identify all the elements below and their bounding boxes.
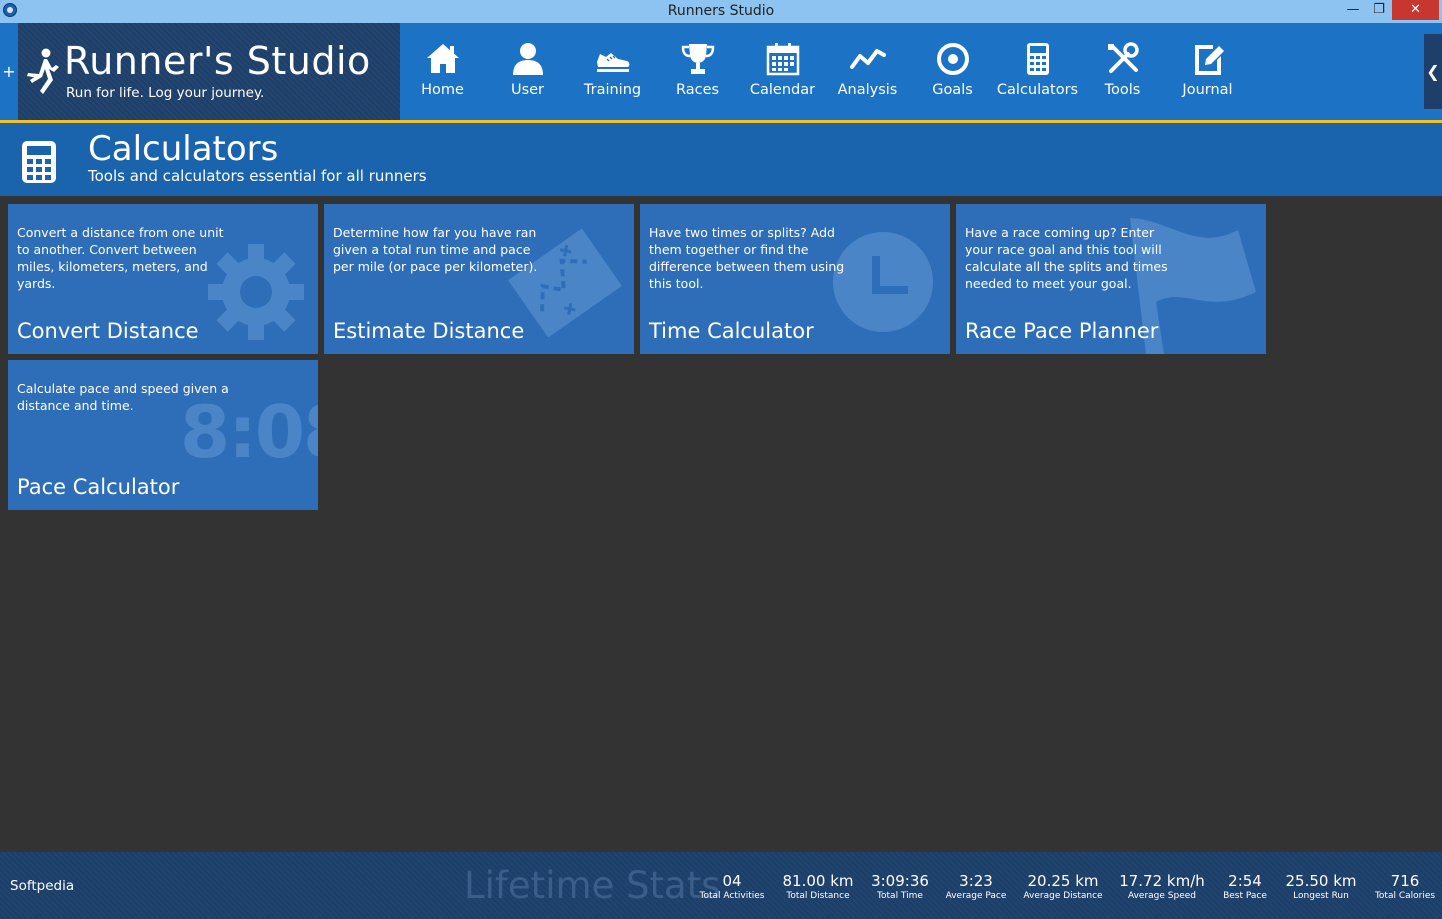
journal-icon (1195, 45, 1224, 75)
nav-item-training[interactable]: Training (570, 23, 655, 120)
stat-label: Longest Run (1293, 891, 1349, 901)
stat-average-speed: 17.72 km/h Average Speed (1116, 872, 1208, 901)
nav-label: Training (583, 82, 642, 98)
nav-label: Calculators (996, 82, 1079, 98)
page-title: Calculators (88, 129, 279, 169)
tile-title: Estimate Distance (333, 319, 525, 343)
tile-description: Calculate pace and speed given a distanc… (17, 381, 229, 413)
stat-best-pace: 2:54 Best Pace (1218, 872, 1272, 901)
home-icon (427, 44, 459, 73)
stat-label: Best Pace (1223, 891, 1267, 901)
user-icon (513, 43, 543, 75)
stat-total-distance: 81.00 km Total Distance (778, 872, 858, 901)
stat-value: 25.50 km (1285, 872, 1357, 890)
stat-label: Average Distance (1023, 891, 1103, 901)
tile-description: Have two times or splits? Add them toget… (649, 225, 845, 291)
trophy-icon (681, 44, 715, 74)
stat-value: 17.72 km/h (1119, 872, 1205, 890)
app-header: + Runner's Studio Run for life. Log your… (0, 23, 1442, 120)
nav-item-calculators[interactable]: Calculators (995, 23, 1080, 120)
tile-race-pace-planner[interactable]: Have a race coming up? Enter your race g… (956, 204, 1266, 354)
nav-item-home[interactable]: Home (400, 23, 485, 120)
nav-label: Home (421, 82, 464, 98)
lifetime-stats-title: Lifetime Stats (464, 864, 721, 907)
stat-label: Total Time (877, 891, 923, 901)
page-subtitle: Tools and calculators essential for all … (88, 167, 427, 185)
nav-item-journal[interactable]: Journal (1165, 23, 1250, 120)
window-title: Runners Studio (667, 3, 775, 19)
minimize-button[interactable]: — (1340, 0, 1366, 20)
tools-icon (1108, 42, 1139, 73)
stat-average-pace: 3:23 Average Pace (942, 872, 1010, 901)
stat-total-activities: 04 Total Activities (698, 872, 766, 901)
expand-left-button[interactable]: + (0, 34, 18, 109)
main-nav: Home User Training Races Calendar Analys… (400, 23, 1250, 120)
tile-convert-distance[interactable]: Convert a distance from one unit to anot… (8, 204, 318, 354)
window-titlebar: Runners Studio — ❐ ✕ (0, 0, 1442, 23)
nav-label: Races (675, 82, 720, 98)
shoe-icon (597, 53, 630, 72)
nav-label: Calendar (749, 82, 816, 98)
tile-estimate-distance[interactable]: Determine how far you have ran given a t… (324, 204, 634, 354)
tile-pace-calculator[interactable]: 8:08 Calculate pace and speed given a di… (8, 360, 318, 510)
close-button[interactable]: ✕ (1392, 0, 1439, 20)
stat-label: Total Calories (1374, 891, 1436, 901)
tile-title: Pace Calculator (17, 475, 180, 499)
stat-average-distance: 20.25 km Average Distance (1020, 872, 1106, 901)
nav-label: Journal (1182, 82, 1233, 98)
collapse-right-button[interactable]: ❮ (1424, 34, 1442, 109)
tile-description: Have a race coming up? Enter your race g… (965, 225, 1168, 291)
lifetime-stats-footer: Softpedia Lifetime Stats 04 Total Activi… (0, 852, 1442, 919)
stat-value: 3:23 (959, 872, 993, 890)
stat-value: 81.00 km (782, 872, 854, 890)
stat-total-time: 3:09:36 Total Time (866, 872, 934, 901)
tile-description: Determine how far you have ran given a t… (333, 225, 538, 274)
calculator-icon (22, 141, 56, 183)
stat-value: 716 (1390, 872, 1420, 890)
stat-total-calories: 716 Total Calories (1370, 872, 1440, 901)
stat-value: 3:09:36 (871, 872, 929, 890)
stat-longest-run: 25.50 km Longest Run (1282, 872, 1360, 901)
footer-brand: Softpedia (10, 878, 75, 894)
stat-value: 2:54 (1228, 872, 1262, 890)
nav-item-tools[interactable]: Tools (1080, 23, 1165, 120)
stat-value: 04 (722, 872, 742, 890)
nav-label: Tools (1104, 82, 1141, 98)
brand-area: Runner's Studio Run for life. Log your j… (18, 23, 400, 120)
nav-label: Goals (932, 82, 973, 98)
tile-description: Convert a distance from one unit to anot… (17, 225, 224, 291)
nav-label: User (510, 82, 545, 98)
brand-name: Runner's Studio (64, 39, 371, 83)
nav-item-calendar[interactable]: Calendar (740, 23, 825, 120)
nav-item-user[interactable]: User (485, 23, 570, 120)
tile-time-calculator[interactable]: Have two times or splits? Add them toget… (640, 204, 950, 354)
calculator-icon (1027, 43, 1049, 75)
nav-label: Analysis (837, 82, 898, 98)
stat-label: Average Pace (945, 891, 1007, 901)
tile-title: Race Pace Planner (965, 319, 1159, 343)
page-header: Calculators Tools and calculators essent… (0, 123, 1442, 196)
tile-title: Convert Distance (17, 319, 199, 343)
stat-label: Average Speed (1127, 891, 1197, 901)
runner-logo-icon (27, 48, 59, 94)
stat-label: Total Activities (699, 891, 765, 901)
brand-tagline: Run for life. Log your journey. (66, 85, 265, 101)
stat-label: Total Distance (786, 891, 850, 901)
calendar-icon (766, 43, 800, 76)
nav-item-analysis[interactable]: Analysis (825, 23, 910, 120)
trend-icon (850, 49, 886, 69)
restore-button[interactable]: ❐ (1366, 0, 1392, 20)
nav-item-goals[interactable]: Goals (910, 23, 995, 120)
stat-value: 20.25 km (1027, 872, 1099, 890)
target-icon (937, 43, 969, 75)
tile-title: Time Calculator (649, 319, 814, 343)
nav-item-races[interactable]: Races (655, 23, 740, 120)
